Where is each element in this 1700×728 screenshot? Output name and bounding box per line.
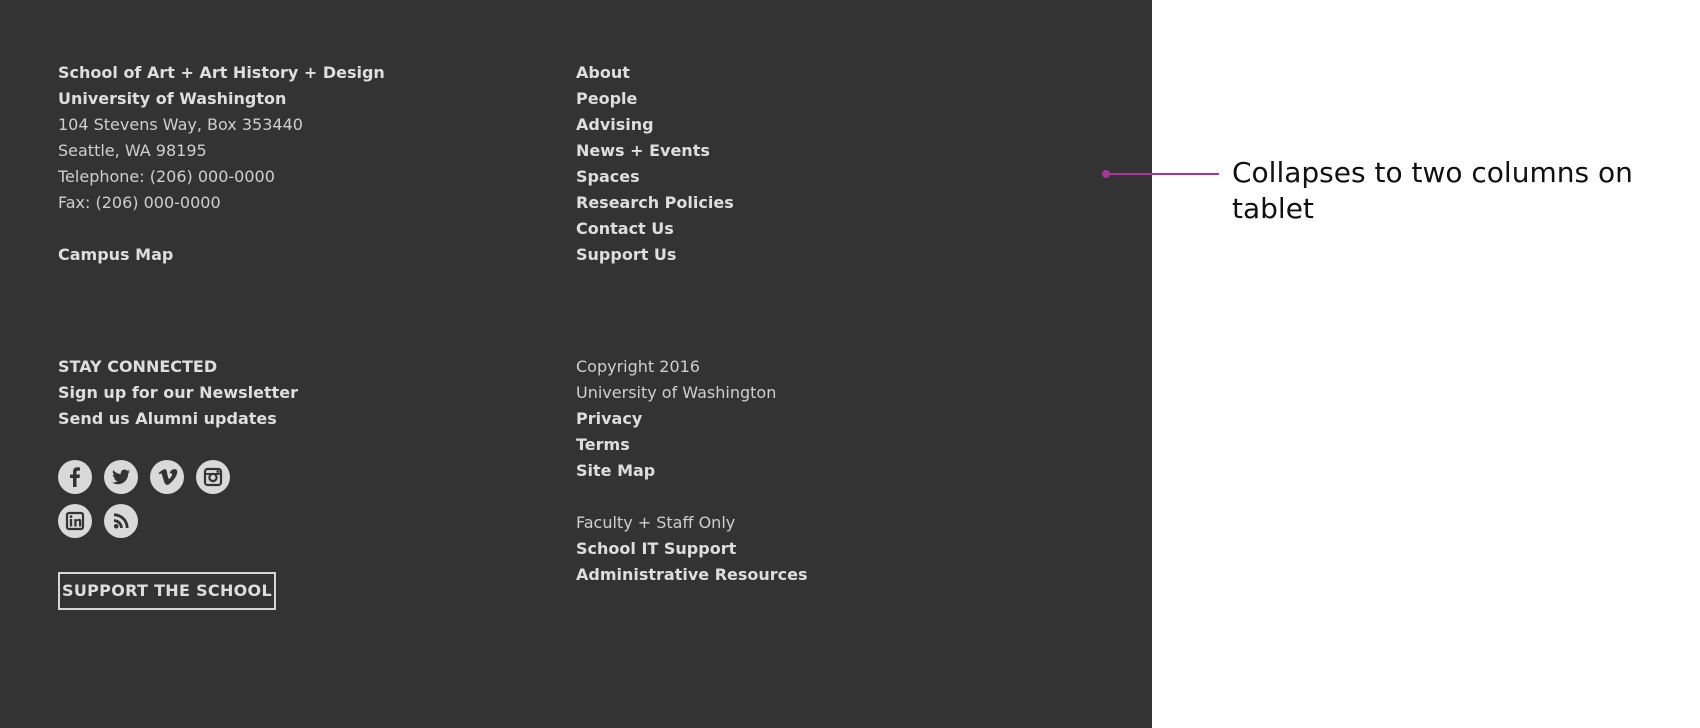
copyright-text: Copyright 2016 [576,357,700,376]
university-name: University of Washington [58,89,287,108]
support-the-school-button[interactable]: SUPPORT THE SCHOOL [58,572,276,610]
alumni-updates-link[interactable]: Send us Alumni updates [58,406,277,432]
newsletter-link[interactable]: Sign up for our Newsletter [58,380,298,406]
nav-research-policies[interactable]: Research Policies [576,190,734,216]
city-address: Seattle, WA 98195 [58,141,207,160]
rss-icon[interactable] [104,504,138,538]
copyright-owner: University of Washington [576,383,777,402]
annotation-connector-line [1106,173,1219,175]
nav-support-us[interactable]: Support Us [576,242,676,268]
school-name: School of Art + Art History + Design [58,63,385,82]
fax: Fax: (206) 000-0000 [58,193,221,212]
vimeo-icon[interactable] [150,460,184,494]
site-map-link[interactable]: Site Map [576,458,655,484]
nav-spaces[interactable]: Spaces [576,164,640,190]
nav-advising[interactable]: Advising [576,112,654,138]
nav-news-events[interactable]: News + Events [576,138,710,164]
terms-link[interactable]: Terms [576,432,630,458]
stay-connected-heading: STAY CONNECTED [58,357,218,376]
annotation-text: Collapses to two columns on tablet [1232,156,1633,225]
nav-people[interactable]: People [576,86,637,112]
staff-heading: Faculty + Staff Only [576,513,736,532]
instagram-icon[interactable] [196,460,230,494]
linkedin-icon[interactable] [58,504,92,538]
nav-contact-us[interactable]: Contact Us [576,216,674,242]
campus-map-link[interactable]: Campus Map [58,242,173,268]
site-footer: School of Art + Art History + Design Uni… [0,0,1152,728]
admin-resources-link[interactable]: Administrative Resources [576,562,808,588]
telephone: Telephone: (206) 000-0000 [58,167,275,186]
twitter-icon[interactable] [104,460,138,494]
facebook-icon[interactable] [58,460,92,494]
privacy-link[interactable]: Privacy [576,406,642,432]
nav-about[interactable]: About [576,60,630,86]
street-address: 104 Stevens Way, Box 353440 [58,115,303,134]
it-support-link[interactable]: School IT Support [576,536,736,562]
